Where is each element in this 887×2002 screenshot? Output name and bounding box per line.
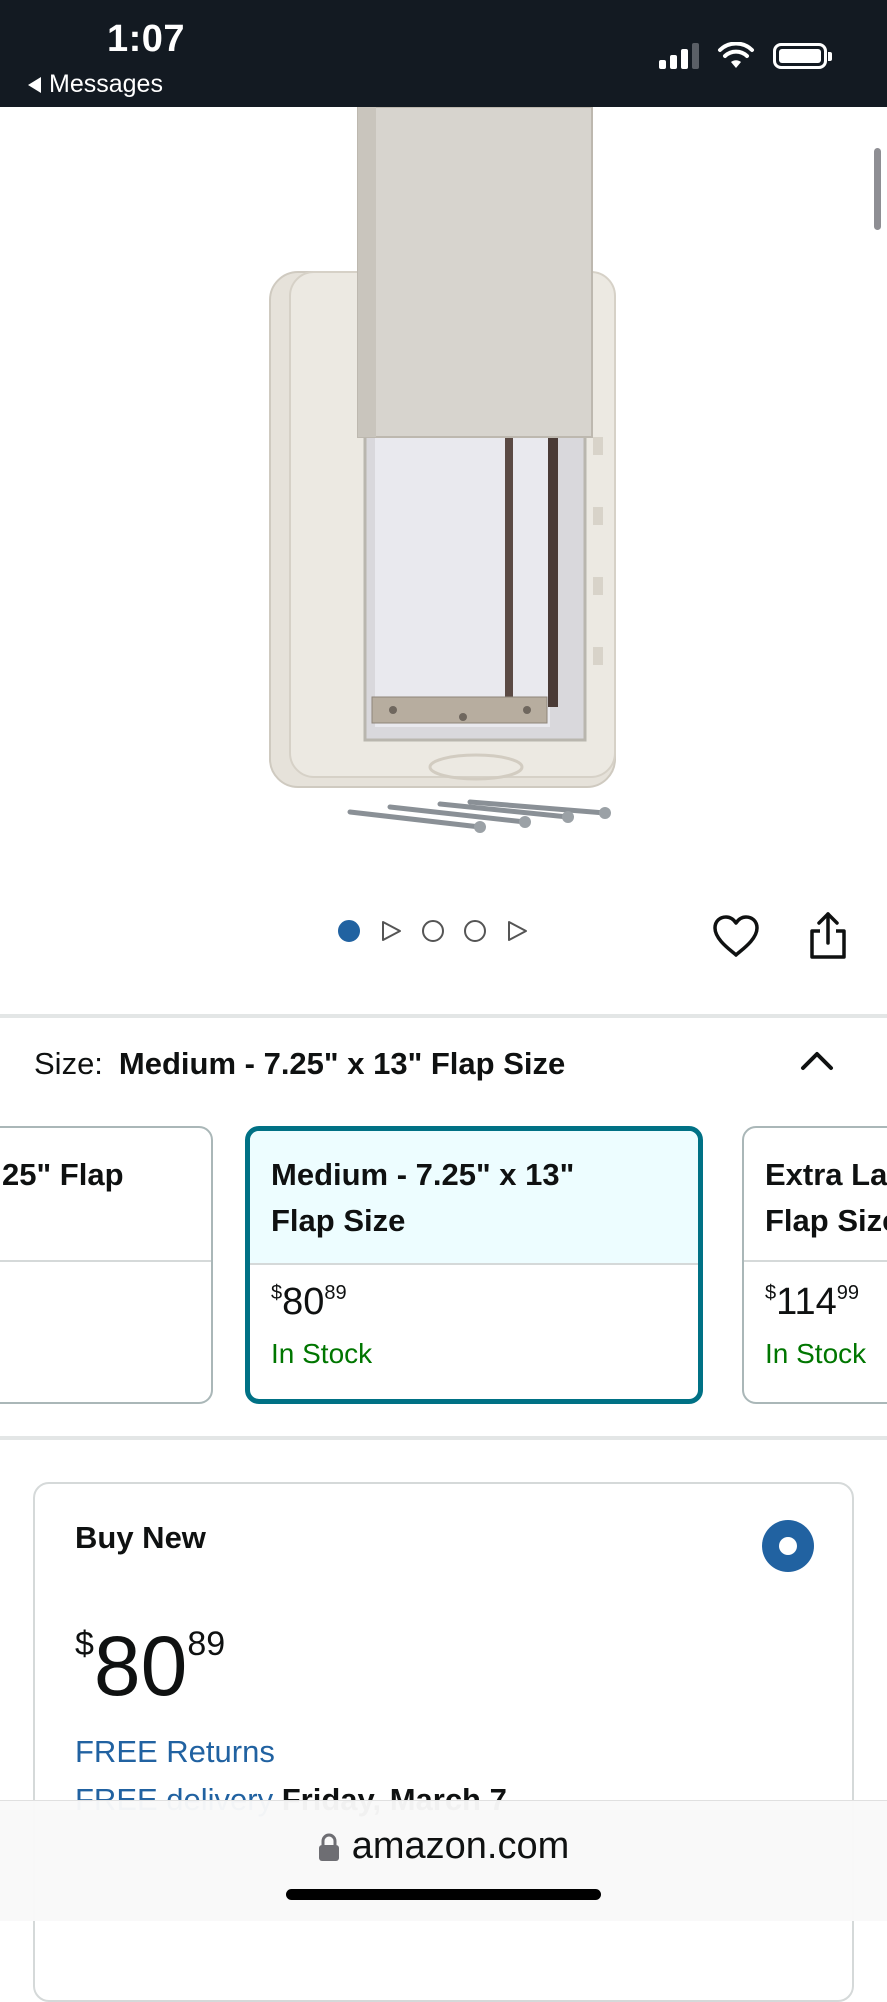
currency-symbol: $ bbox=[271, 1282, 283, 1304]
url-display[interactable]: amazon.com bbox=[0, 1825, 887, 1868]
size-swatch-extra-large[interactable]: Extra Large Flap Size $11499 In Stock bbox=[742, 1126, 887, 1404]
pet-door-image bbox=[269, 106, 616, 833]
buy-new-title: Buy New bbox=[75, 1520, 206, 1555]
home-indicator[interactable] bbox=[286, 1889, 601, 1900]
status-icons bbox=[659, 42, 832, 70]
size-swatch-carousel[interactable]: 25" Flap Medium - 7.25" x 13" Flap Size … bbox=[0, 1124, 887, 1406]
swatch-price: $80 89 bbox=[271, 1280, 677, 1324]
buy-new-box[interactable]: Buy New $ 80 89 FREE Returns FREE delive… bbox=[33, 1482, 854, 2002]
currency-symbol: $ bbox=[75, 1625, 94, 1663]
carousel-dot[interactable] bbox=[422, 920, 444, 942]
swatch-title-line: Flap Size bbox=[765, 1203, 887, 1238]
cellular-signal-icon bbox=[659, 43, 699, 69]
price-fraction: 89 bbox=[187, 1625, 226, 1663]
price-whole: 80 bbox=[93, 1619, 188, 1713]
swatch-title: Medium - 7.25" x 13" Flap Size bbox=[250, 1131, 698, 1265]
carousel-dot[interactable] bbox=[464, 920, 486, 942]
buy-price: $ 80 89 bbox=[75, 1616, 225, 1716]
browser-url-bar[interactable]: amazon.com bbox=[0, 1800, 887, 1921]
section-divider bbox=[0, 1014, 887, 1018]
wifi-icon bbox=[718, 42, 754, 68]
share-button[interactable] bbox=[800, 908, 856, 964]
price-dollars: 114 bbox=[776, 1281, 837, 1323]
size-selector-header[interactable]: Size: Medium - 7.25" x 13" Flap Size bbox=[34, 1046, 565, 1082]
lock-icon bbox=[318, 1833, 339, 1861]
back-to-messages-link[interactable]: Messages bbox=[28, 70, 163, 99]
url-domain: amazon.com bbox=[351, 1825, 570, 1867]
free-returns-link[interactable]: FREE Returns bbox=[75, 1734, 275, 1770]
swatch-title-line: Flap Size bbox=[271, 1203, 406, 1238]
clock: 1:07 bbox=[107, 18, 186, 60]
stock-status: In Stock bbox=[271, 1338, 373, 1369]
share-icon bbox=[810, 912, 846, 959]
stock-status: In Stock bbox=[765, 1338, 867, 1369]
price-dollars: 80 bbox=[282, 1281, 325, 1323]
currency-symbol: $ bbox=[765, 1282, 777, 1304]
price-cents: 99 bbox=[836, 1282, 859, 1304]
swatch-title: 25" Flap bbox=[0, 1128, 211, 1262]
image-carousel-indicator bbox=[338, 920, 528, 942]
swatch-title-line: Medium - 7.25" x 13" bbox=[271, 1157, 575, 1192]
selected-size-value: Medium - 7.25" x 13" Flap Size bbox=[118, 1046, 566, 1081]
back-arrow-icon bbox=[28, 76, 41, 93]
video-play-icon[interactable] bbox=[380, 920, 402, 942]
back-link-label: Messages bbox=[49, 70, 163, 98]
page-scrollbar[interactable] bbox=[874, 148, 881, 230]
video-play-icon[interactable] bbox=[506, 920, 528, 942]
swatch-price: $114 99 bbox=[765, 1280, 887, 1324]
battery-icon bbox=[773, 43, 832, 69]
section-divider bbox=[0, 1436, 887, 1440]
product-image[interactable] bbox=[0, 106, 887, 887]
size-swatch-small[interactable]: 25" Flap bbox=[0, 1126, 213, 1404]
chevron-up-icon[interactable] bbox=[799, 1046, 835, 1074]
swatch-title: Extra Large Flap Size bbox=[744, 1128, 887, 1262]
swatch-title-line: 25" Flap bbox=[2, 1157, 124, 1192]
heart-icon bbox=[713, 915, 759, 957]
price-cents: 89 bbox=[324, 1282, 347, 1304]
buy-new-radio[interactable] bbox=[762, 1520, 814, 1572]
swatch-title-line: Extra Large bbox=[765, 1157, 887, 1192]
wishlist-heart-button[interactable] bbox=[708, 908, 764, 964]
carousel-dot-active[interactable] bbox=[338, 920, 360, 942]
size-swatch-medium[interactable]: Medium - 7.25" x 13" Flap Size $80 89 In … bbox=[245, 1126, 703, 1404]
size-label: Size: bbox=[34, 1046, 103, 1081]
status-bar: 1:07 Messages bbox=[0, 0, 887, 107]
